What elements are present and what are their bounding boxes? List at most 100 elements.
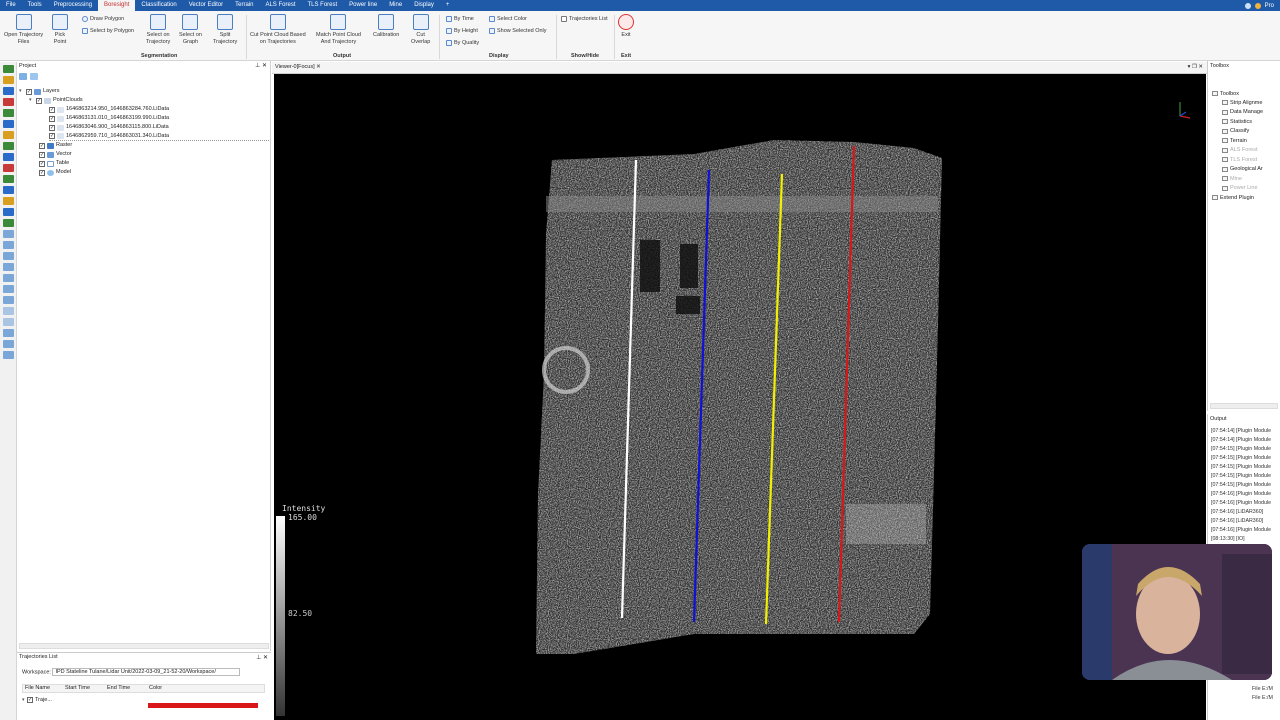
tree-file[interactable]: ✓ 1646863131.010_1646863199.990.LiData bbox=[49, 114, 169, 123]
horizontal-scrollbar[interactable] bbox=[1210, 403, 1278, 409]
toolbox-item[interactable]: Mine bbox=[1222, 174, 1242, 183]
checkbox[interactable]: ✓ bbox=[39, 160, 45, 167]
tool-icon[interactable] bbox=[2, 186, 14, 194]
menu-item-power-line[interactable]: Power line bbox=[343, 0, 383, 11]
menu-item-mine[interactable]: Mine bbox=[383, 0, 408, 11]
help-icon[interactable] bbox=[1254, 2, 1261, 9]
pin-icon[interactable]: ⊥ bbox=[256, 655, 261, 661]
toolbox-item[interactable]: Power Line bbox=[1222, 184, 1258, 193]
tool-icon[interactable] bbox=[2, 318, 14, 326]
close-icon[interactable]: ✕ bbox=[263, 655, 268, 661]
by-time-button[interactable]: By Time bbox=[446, 16, 474, 22]
table-row[interactable]: ▾ ✓ Traje... bbox=[22, 695, 265, 708]
checkbox[interactable]: ✓ bbox=[49, 115, 55, 122]
tool-icon[interactable] bbox=[2, 285, 14, 293]
toolbox-extend-plugin[interactable]: Extend Plugin bbox=[1212, 193, 1254, 202]
point-cloud-viewer[interactable]: Intensity 165.00 82.50 bbox=[274, 74, 1206, 720]
select-color-button[interactable]: Select Color bbox=[489, 16, 527, 22]
checkbox[interactable]: ✓ bbox=[49, 133, 55, 139]
menu-item-classification[interactable]: Classification bbox=[135, 0, 182, 11]
tool-icon[interactable] bbox=[2, 131, 14, 139]
tool-icon[interactable] bbox=[2, 351, 14, 359]
tree-raster[interactable]: ✓ Raster bbox=[39, 141, 72, 150]
expand-icon[interactable]: ▾ bbox=[19, 87, 24, 96]
toolbox-item[interactable]: Data Manage bbox=[1222, 108, 1263, 117]
toolbox-item[interactable]: Terrain bbox=[1222, 136, 1247, 145]
menu-item-terrain[interactable]: Terrain bbox=[229, 0, 259, 11]
menu-item-file[interactable]: File bbox=[0, 0, 22, 11]
tree-layers[interactable]: ▾ ✓ Layers bbox=[19, 87, 60, 96]
checkbox[interactable]: ✓ bbox=[49, 124, 55, 131]
checkbox[interactable]: ✓ bbox=[27, 696, 33, 703]
workspace-path-field[interactable]: IPD Stateline Tulane/Lidar Unit/2022-03-… bbox=[52, 668, 241, 676]
toolbox-item[interactable]: Statistics bbox=[1222, 117, 1252, 126]
trajectories-list-toggle[interactable]: Trajectories List bbox=[561, 16, 608, 22]
select-on-graph-button[interactable]: Select on Graph bbox=[179, 14, 202, 46]
pick-point-button[interactable]: Pick Point bbox=[52, 14, 68, 46]
by-height-button[interactable]: By Height bbox=[446, 28, 478, 34]
tool-icon[interactable] bbox=[2, 307, 14, 315]
tool-icon[interactable] bbox=[2, 241, 14, 249]
tool-icon[interactable] bbox=[2, 76, 14, 84]
horizontal-scrollbar[interactable] bbox=[19, 643, 269, 649]
menu-item-display[interactable]: Display bbox=[408, 0, 440, 11]
by-quality-button[interactable]: By Quality bbox=[446, 40, 479, 46]
tool-icon[interactable] bbox=[2, 208, 14, 216]
tool-icon[interactable] bbox=[2, 98, 14, 106]
tool-icon[interactable] bbox=[2, 175, 14, 183]
checkbox[interactable]: ✓ bbox=[36, 97, 42, 104]
tree-file-selected[interactable]: ✓ 1646862959.710_1646863031.340.LiData bbox=[49, 132, 269, 141]
float-icon[interactable]: ❐ bbox=[1192, 64, 1197, 70]
toolbox-item[interactable]: TLS Forest bbox=[1222, 155, 1257, 164]
show-selected-only-button[interactable]: Show Selected Only bbox=[489, 28, 547, 34]
pin-icon[interactable]: ⊥ bbox=[255, 63, 260, 69]
tool-icon[interactable] bbox=[2, 87, 14, 95]
column-header[interactable]: Start Time bbox=[65, 685, 107, 692]
close-icon[interactable]: ✕ bbox=[316, 64, 321, 70]
column-header[interactable]: End Time bbox=[107, 685, 149, 692]
draw-polygon-button[interactable]: Draw Polygon bbox=[82, 16, 124, 22]
menu-item-tls-forest[interactable]: TLS Forest bbox=[301, 0, 343, 11]
checkbox[interactable]: ✓ bbox=[39, 151, 45, 158]
menu-item-add[interactable]: + bbox=[440, 0, 456, 11]
exit-button[interactable]: Exit bbox=[618, 14, 634, 39]
tool-icon[interactable] bbox=[2, 142, 14, 150]
tree-model[interactable]: ✓ Model bbox=[39, 168, 71, 177]
trajectory-color-swatch[interactable] bbox=[148, 703, 258, 708]
tool-icon[interactable] bbox=[2, 263, 14, 271]
tool-icon[interactable] bbox=[2, 340, 14, 348]
tool-icon[interactable] bbox=[2, 65, 14, 73]
split-trajectory-button[interactable]: Split Trajectory bbox=[213, 14, 237, 46]
tree-table[interactable]: ✓ Table bbox=[39, 159, 69, 168]
tool-icon[interactable] bbox=[2, 274, 14, 282]
tree-pointclouds[interactable]: ▾ ✓ PointClouds bbox=[29, 96, 83, 105]
tool-icon[interactable] bbox=[2, 329, 14, 337]
tool-icon[interactable] bbox=[2, 109, 14, 117]
close-icon[interactable]: ✕ bbox=[262, 63, 267, 69]
point-cloud-canvas[interactable] bbox=[274, 74, 1206, 720]
column-header[interactable]: File Name bbox=[23, 685, 65, 692]
tool-icon[interactable] bbox=[2, 120, 14, 128]
layer-icon[interactable] bbox=[30, 73, 38, 80]
tool-icon[interactable] bbox=[2, 230, 14, 238]
tool-icon[interactable] bbox=[2, 252, 14, 260]
column-header[interactable]: Color bbox=[149, 685, 191, 692]
tool-icon[interactable] bbox=[2, 164, 14, 172]
calibration-button[interactable]: Calibration bbox=[373, 14, 399, 39]
dropdown-icon[interactable]: ▾ bbox=[1188, 64, 1191, 70]
select-polygon-button[interactable]: Select by Polygon bbox=[82, 28, 134, 34]
viewer-tab[interactable]: Viewer-0[Focus] ✕ bbox=[275, 64, 321, 70]
cut-point-cloud-button[interactable]: Cut Point Cloud Based on Trajectories bbox=[250, 14, 306, 46]
checkbox[interactable]: ✓ bbox=[39, 142, 45, 149]
tool-icon[interactable] bbox=[2, 219, 14, 227]
toolbox-item[interactable]: Strip Alignme bbox=[1222, 98, 1262, 107]
menu-item-tools[interactable]: Tools bbox=[22, 0, 48, 11]
checkbox[interactable]: ✓ bbox=[26, 88, 32, 95]
open-trajectory-button[interactable]: Open Trajectory Files bbox=[4, 14, 43, 46]
tree-file[interactable]: ✓ 1646863214.950_1646863284.760.LiData bbox=[49, 105, 169, 114]
tree-vector[interactable]: ✓ Vector bbox=[39, 150, 72, 159]
checkbox[interactable]: ✓ bbox=[39, 169, 45, 176]
toolbox-item[interactable]: Classify bbox=[1222, 127, 1249, 136]
match-point-cloud-button[interactable]: Match Point Cloud And Trajectory bbox=[316, 14, 361, 46]
cut-overlap-button[interactable]: Cut Overlap bbox=[411, 14, 430, 46]
